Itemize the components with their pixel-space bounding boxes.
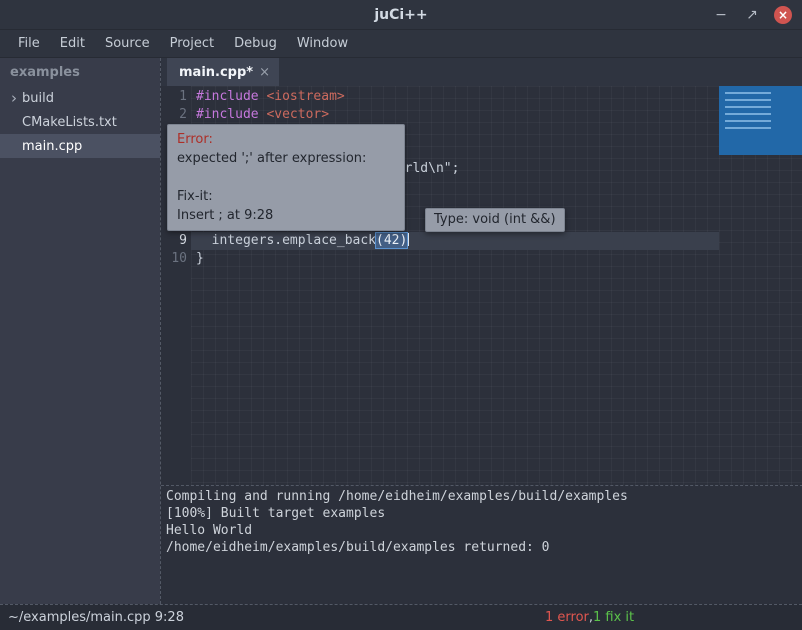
status-diagnostics: 1 error , 1 fix it (545, 610, 634, 625)
code-segment: <vector> (266, 107, 329, 122)
code-line-1[interactable]: 1 #include <iostream> (161, 88, 802, 106)
window-title: juCi++ (374, 7, 427, 23)
sidebar-item-cmakelists-txt[interactable]: CMakeLists.txt (0, 110, 160, 134)
terminal-line-3: Hello World (166, 522, 802, 539)
type-tooltip: Type: void (int &&) (425, 208, 565, 232)
restore-icon[interactable]: ↗ (743, 6, 761, 24)
line-number: 1 (161, 88, 187, 106)
minimize-icon[interactable]: − (712, 6, 730, 24)
code-line-2[interactable]: 2 #include <vector> (161, 106, 802, 124)
code-segment: #include (196, 89, 266, 104)
diagnostic-tooltip: Error: expected ';' after expression: Fi… (167, 124, 405, 231)
code-text: #include <iostream> (196, 88, 345, 106)
terminal-line-2: [100%] Built target examples (166, 505, 802, 522)
code-segment: #include (196, 107, 266, 122)
file-tree: ›build CMakeLists.txt main.cpp (0, 86, 160, 158)
code-line-9[interactable]: 9 integers.emplace_back(42) (161, 232, 802, 250)
project-folder-label: examples (0, 58, 160, 86)
tooltip-blank-line (177, 168, 395, 187)
terminal-line-1: Compiling and running /home/eidheim/exam… (166, 488, 802, 505)
editor-pane: main.cpp* × 1 #include <iostream> 2 #includ… (160, 58, 802, 604)
close-icon[interactable]: × (774, 6, 792, 24)
code-line-10[interactable]: 10} (161, 250, 802, 268)
menu-item-debug[interactable]: Debug (224, 32, 287, 55)
menu-item-source[interactable]: Source (95, 32, 160, 55)
sidebar-item-label: build (22, 91, 54, 106)
text-caret (407, 233, 409, 246)
sidebar-item-label: CMakeLists.txt (22, 115, 117, 130)
line-number: 9 (161, 232, 187, 250)
code-segment: integers. (196, 233, 282, 248)
menu-item-file[interactable]: File (8, 32, 50, 55)
line-number: 10 (161, 250, 187, 268)
menu-item-edit[interactable]: Edit (50, 32, 95, 55)
tabbar: main.cpp* × (161, 58, 802, 86)
line-number: 2 (161, 106, 187, 124)
titlebar: juCi++ − ↗ × (0, 0, 802, 30)
terminal-output[interactable]: Compiling and running /home/eidheim/exam… (161, 485, 802, 604)
terminal-line-4: /home/eidheim/examples/build/examples re… (166, 539, 802, 556)
tab-main-cpp[interactable]: main.cpp* × (167, 58, 279, 86)
expander-chevron-icon[interactable]: › (6, 91, 22, 106)
minimap-slider[interactable] (719, 86, 802, 155)
code-segment: (42) (376, 233, 407, 248)
tab-close-icon[interactable]: × (259, 65, 279, 80)
juci-window: juCi++ − ↗ × FileEditSourceProjectDebugW… (0, 0, 802, 630)
status-fixit-count: 1 fix it (593, 610, 634, 625)
menu-item-window[interactable]: Window (287, 32, 358, 55)
statusbar: ~/examples/main.cpp 9:28 1 error , 1 fix… (0, 604, 802, 630)
tooltip-fixit-title: Fix-it: (177, 187, 395, 206)
source-editor[interactable]: 1#include <iostream>2#include <vector>34… (161, 86, 802, 485)
code-segment: emplace_back (282, 233, 376, 248)
tooltip-error-message: expected ';' after expression: (177, 149, 395, 168)
code-text: integers.emplace_back(42) (196, 232, 409, 250)
tab-label: main.cpp* (167, 65, 259, 80)
status-file-position: ~/examples/main.cpp 9:28 (0, 610, 184, 625)
status-error-count: 1 error (545, 610, 589, 625)
sidebar-item-label: main.cpp (22, 139, 82, 154)
menu-item-project[interactable]: Project (160, 32, 224, 55)
menubar: FileEditSourceProjectDebugWindow (0, 30, 802, 58)
code-segment: <iostream> (266, 89, 344, 104)
code-text: } (196, 250, 204, 268)
code-segment: } (196, 251, 204, 266)
window-buttons: − ↗ × (712, 0, 792, 30)
tooltip-error-title: Error: (177, 130, 395, 149)
file-tree-sidebar: examples ›build CMakeLists.txt main.cpp (0, 58, 160, 604)
sidebar-item-main-cpp[interactable]: main.cpp (0, 134, 160, 158)
code-text: #include <vector> (196, 106, 329, 124)
tooltip-fixit-message: Insert ; at 9:28 (177, 206, 395, 225)
sidebar-item-build[interactable]: ›build (0, 86, 160, 110)
